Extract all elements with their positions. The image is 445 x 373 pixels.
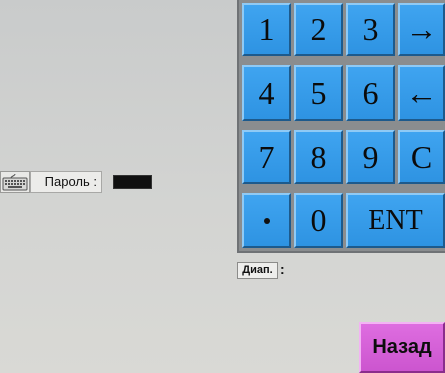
login-screen: Пароль : 1 2 3 → 4 5 6 ← 7 8 9 C 0 ENT Д…	[0, 0, 445, 373]
range-separator: :	[280, 261, 285, 277]
key-0[interactable]: 0	[294, 193, 343, 248]
key-1[interactable]: 1	[242, 3, 291, 56]
key-3[interactable]: 3	[346, 3, 395, 56]
key-5[interactable]: 5	[294, 65, 343, 121]
key-8[interactable]: 8	[294, 130, 343, 184]
key-4[interactable]: 4	[242, 65, 291, 121]
numeric-keypad: 1 2 3 → 4 5 6 ← 7 8 9 C 0 ENT	[237, 0, 445, 253]
key-7[interactable]: 7	[242, 130, 291, 184]
left-arrow-key[interactable]: ←	[398, 65, 445, 121]
password-label: Пароль :	[30, 171, 102, 193]
keyboard-icon[interactable]	[0, 171, 30, 193]
key-9[interactable]: 9	[346, 130, 395, 184]
enter-key[interactable]: ENT	[346, 193, 445, 248]
back-button[interactable]: Назад	[359, 322, 445, 373]
clear-key[interactable]: C	[398, 130, 445, 184]
dot-icon	[263, 217, 270, 224]
password-field[interactable]	[113, 175, 152, 189]
key-2[interactable]: 2	[294, 3, 343, 56]
range-label: Диап.	[237, 262, 278, 279]
right-arrow-key[interactable]: →	[398, 3, 445, 56]
key-6[interactable]: 6	[346, 65, 395, 121]
dot-key[interactable]	[242, 193, 291, 248]
